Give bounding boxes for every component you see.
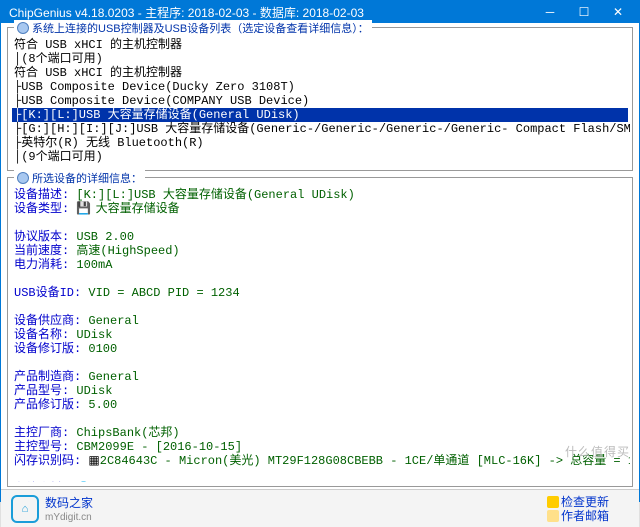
prodmfr-label: 产品制造商: (14, 370, 81, 384)
device-list[interactable]: 符合 USB xHCI 的主机控制器 │(8个端口可用)符合 USB xHCI … (10, 32, 630, 166)
device-list-row[interactable]: │(9个端口可用) (12, 150, 628, 164)
close-button[interactable]: ✕ (601, 1, 635, 23)
proto-label: 协议版本: (14, 230, 69, 244)
device-list-row[interactable]: ├USB Composite Device(Ducky Zero 3108T) (12, 80, 628, 94)
type-value: 大容量存储设备 (96, 202, 180, 216)
power-label: 电力消耗: (14, 258, 69, 272)
devname-label: 设备名称: (14, 328, 69, 342)
chip-icon: ▦ (88, 454, 99, 466)
site-link[interactable]: 数码之家 (45, 496, 93, 510)
minimize-button[interactable]: ─ (533, 1, 567, 23)
speed-label: 当前速度: (14, 244, 69, 258)
device-list-row[interactable]: ├英特尔(R) 无线 Bluetooth(R) (12, 136, 628, 150)
device-list-row[interactable]: ├[G:][H:][I:][J:]USB 大容量存储设备(Generic-/Ge… (12, 122, 628, 136)
prodrev-label: 产品修订版: (14, 398, 81, 412)
ctrlmfr-label: 主控厂商: (14, 426, 69, 440)
window-controls: ─ ☐ ✕ (533, 1, 635, 23)
desc-value: [K:][L:]USB 大容量存储设备(General UDisk) (76, 188, 354, 202)
window-title: ChipGenius v4.18.0203 - 主程序: 2018-02-03 … (5, 4, 533, 21)
drive-icon: 💾 (76, 202, 88, 214)
desc-label: 设备描述: (14, 188, 69, 202)
ctrlmodel-label: 主控型号: (14, 440, 69, 454)
app-name: ChipGenius v4.18.0203 (9, 6, 134, 20)
details-text[interactable]: 设备描述: [K:][L:]USB 大容量存储设备(General UDisk)… (10, 182, 630, 482)
device-list-row[interactable]: 符合 USB xHCI 的主机控制器 (12, 38, 628, 52)
details-panel: 所选设备的详细信息： 设备描述: [K:][L:]USB 大容量存储设备(Gen… (7, 177, 633, 487)
flashid-label: 闪存识别码: (14, 454, 81, 468)
type-label: 设备类型: (14, 202, 69, 216)
info-icon (17, 172, 29, 184)
device-list-row[interactable]: │(8个端口可用) (12, 52, 628, 66)
device-list-row[interactable]: ├USB Composite Device(COMPANY USB Device… (12, 94, 628, 108)
maximize-button[interactable]: ☐ (567, 1, 601, 23)
details-title: 所选设备的详细信息： (14, 170, 145, 186)
device-list-title: 系统上连接的USB控制器及USB设备列表（选定设备查看详细信息）： (14, 20, 372, 36)
devrev-label: 设备修订版: (14, 342, 81, 356)
device-list-row[interactable]: ├[K:][L:]USB 大容量存储设备(General UDisk) (12, 108, 628, 122)
footer: ⌂ 数码之家 mYdigit.cn 检查更新 作者邮箱 (1, 489, 639, 527)
site-sub: mYdigit.cn (45, 512, 92, 523)
prodmodel-label: 产品型号: (14, 384, 69, 398)
device-list-row[interactable]: 符合 USB xHCI 的主机控制器 (12, 66, 628, 80)
site-logo-icon[interactable]: ⌂ (11, 495, 39, 523)
author-mail-link[interactable]: 作者邮箱 (547, 509, 609, 523)
mail-icon (547, 510, 559, 522)
site-block[interactable]: 数码之家 mYdigit.cn (45, 494, 93, 523)
app-window: ChipGenius v4.18.0203 - 主程序: 2018-02-03 … (0, 0, 640, 502)
usbid-label: USB设备ID: (14, 286, 81, 300)
device-list-panel: 系统上连接的USB控制器及USB设备列表（选定设备查看详细信息）： 符合 USB… (7, 27, 633, 171)
refresh-icon[interactable] (17, 22, 29, 34)
update-icon (547, 496, 559, 508)
footer-links: 检查更新 作者邮箱 (547, 495, 609, 523)
vendor-label: 设备供应商: (14, 314, 81, 328)
